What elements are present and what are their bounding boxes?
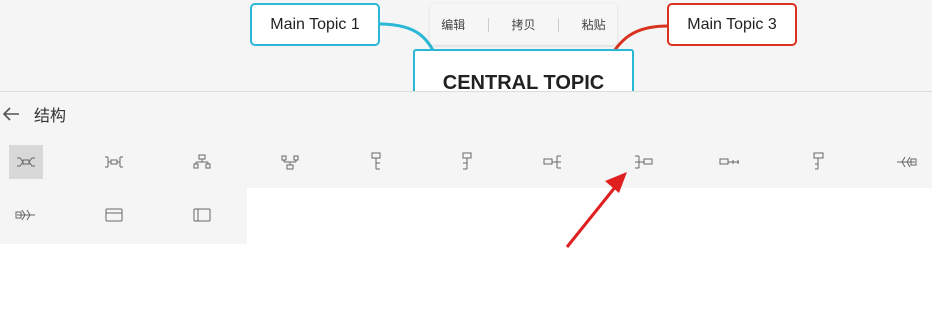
structure-option-matrix[interactable] (97, 198, 131, 232)
tree-table-icon (813, 152, 824, 170)
topic-label: Main Topic 1 (270, 15, 360, 33)
back-button[interactable] (0, 103, 22, 125)
back-arrow-icon (2, 107, 19, 121)
org-chart-up-icon (281, 155, 299, 170)
mind-map-icon (17, 157, 35, 167)
tree-chart-right-icon (371, 152, 381, 170)
panel-title: 结构 (34, 106, 67, 125)
brace-map-icon (193, 208, 211, 222)
menu-divider (558, 17, 560, 32)
topic-label: Main Topic 3 (687, 15, 777, 33)
main-topic-1[interactable]: Main Topic 1 (250, 3, 380, 46)
menu-divider (487, 17, 489, 32)
structure-option-tree-right[interactable] (361, 145, 395, 179)
structure-option-tree-table[interactable] (801, 145, 835, 179)
copy-menu-item[interactable]: 拷贝 (511, 16, 535, 33)
paste-menu-item[interactable]: 粘贴 (582, 16, 606, 33)
structure-option-timeline[interactable] (713, 145, 747, 179)
structure-option-org-up[interactable] (273, 145, 307, 179)
structure-option-fishbone-right[interactable] (9, 198, 43, 232)
structure-option-logic-both[interactable] (97, 145, 131, 179)
structure-row (0, 188, 247, 244)
structure-option-fishbone-left[interactable] (889, 145, 923, 179)
fishbone-right-icon (15, 209, 35, 221)
fishbone-left-icon (897, 156, 917, 168)
central-topic[interactable]: CENTRAL TOPIC (413, 49, 634, 91)
tree-chart-left-icon (462, 152, 472, 170)
structure-panel-header: 结构 (0, 91, 932, 136)
main-topic-3[interactable]: Main Topic 3 (667, 3, 797, 46)
timeline-horizontal-icon (719, 158, 739, 165)
structure-option-brace-map[interactable] (185, 198, 219, 232)
structure-option-mind-map[interactable] (9, 145, 43, 179)
structure-row (0, 136, 932, 188)
structure-option-org-down[interactable] (185, 145, 219, 179)
matrix-icon (105, 208, 123, 222)
mindmap-canvas[interactable]: Main Topic 1 Main Topic 3 CENTRAL TOPIC … (0, 0, 932, 91)
logic-chart-left-icon (543, 155, 561, 169)
org-chart-down-icon (193, 154, 211, 169)
central-topic-label: CENTRAL TOPIC (442, 72, 605, 91)
structure-option-tree-left[interactable] (449, 145, 483, 179)
structure-option-logic-right[interactable] (625, 145, 659, 179)
logic-chart-right-icon (635, 155, 653, 169)
edit-menu-item[interactable]: 编辑 (441, 16, 465, 33)
structure-option-logic-left[interactable] (537, 145, 571, 179)
logic-chart-both-icon (105, 156, 123, 168)
context-menu: 编辑 拷贝 粘贴 (430, 4, 617, 45)
